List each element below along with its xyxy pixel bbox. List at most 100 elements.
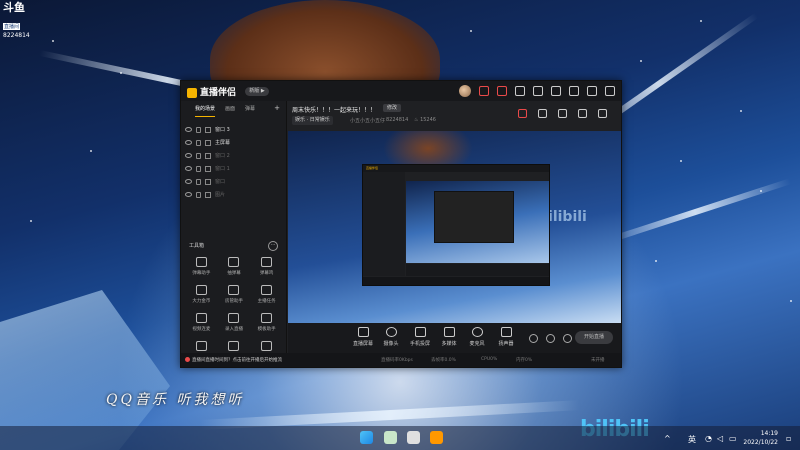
eye-icon[interactable] xyxy=(185,179,192,184)
close-icon[interactable] xyxy=(605,86,615,96)
room-info-bar: 周末快乐！！！一起来玩！！！ 修改 娱乐 · 日常娱乐 小五小五小五仔 8224… xyxy=(288,101,621,131)
scene-item[interactable]: 图片 xyxy=(181,188,286,201)
scene-item[interactable]: 窗口 3 xyxy=(181,123,286,136)
maximize-icon[interactable] xyxy=(587,86,597,96)
volume-icon[interactable]: ◁ xyxy=(717,434,723,443)
eye-icon[interactable] xyxy=(185,153,192,158)
wifi-icon[interactable]: ◔ xyxy=(705,434,712,443)
tool-item[interactable]: 主播任务 xyxy=(250,285,283,307)
scene-label: 窗口 3 xyxy=(215,127,230,133)
lock-icon[interactable] xyxy=(196,178,201,185)
windows-start-icon[interactable] xyxy=(360,431,373,444)
lock-icon[interactable] xyxy=(538,109,547,118)
eye-icon[interactable] xyxy=(546,334,555,343)
scene-item[interactable]: 主屏幕 xyxy=(181,136,286,149)
tool-item[interactable]: 房管助手 xyxy=(218,285,251,307)
tool-item[interactable]: 模板助手 xyxy=(250,313,283,335)
tool-item[interactable]: 弹幕助手 xyxy=(185,257,218,279)
tool-item[interactable]: 抽弹幕 xyxy=(218,257,251,279)
tool-item[interactable]: 弹幕鸡 xyxy=(250,257,283,279)
recursive-controls xyxy=(406,264,549,276)
edit-title-button[interactable]: 修改 xyxy=(383,104,401,112)
scene-label: 图片 xyxy=(215,192,226,198)
title-bar-icons xyxy=(459,85,615,97)
play-icon xyxy=(443,327,455,337)
eye-icon[interactable] xyxy=(185,192,192,197)
chevron-up-icon[interactable]: ^ xyxy=(664,434,671,443)
lottery-icon xyxy=(228,257,240,267)
room-title: 周末快乐！！！一起来玩！！！ xyxy=(292,107,377,114)
camera-button[interactable]: 摄像头 xyxy=(376,327,406,347)
lock-icon[interactable] xyxy=(196,165,201,172)
bell-icon[interactable] xyxy=(578,109,587,118)
scene-tabs: 我的场景 画面 弹幕 xyxy=(181,101,286,117)
live-companion-taskbar-icon[interactable] xyxy=(430,431,443,444)
avatar[interactable] xyxy=(459,85,471,97)
eye-icon[interactable] xyxy=(185,166,192,171)
speaker-button[interactable]: 扬声器 xyxy=(491,327,521,347)
lock-icon[interactable] xyxy=(196,139,201,146)
notice-text: 直播间直播时间到？点击前往开播后开始推流 xyxy=(192,358,282,363)
control-label: 手机投屏 xyxy=(409,341,430,347)
lock-icon[interactable] xyxy=(196,152,201,159)
eye-icon[interactable] xyxy=(185,140,192,145)
more-icon[interactable]: ··· xyxy=(268,241,278,251)
tab-scenes[interactable]: 我的场景 xyxy=(195,105,216,117)
start-live-button[interactable]: 开始直播 xyxy=(575,331,613,344)
tool-item[interactable]: 录入直播 xyxy=(218,313,251,335)
version-button[interactable]: 新版 ▶ xyxy=(245,87,269,96)
tool-label: 弹幕助手 xyxy=(192,271,211,276)
scene-label: 窗口 1 xyxy=(215,166,230,172)
menu-icon[interactable] xyxy=(551,86,561,96)
eye-icon[interactable] xyxy=(185,127,192,132)
category-tag[interactable]: 娱乐 · 日常娱乐 xyxy=(292,116,333,125)
gift-icon[interactable] xyxy=(497,86,507,96)
task-icon xyxy=(261,285,273,295)
battery-icon[interactable]: ▭ xyxy=(729,434,737,443)
system-clock[interactable]: 14:19 2022/10/22 xyxy=(743,429,778,447)
admin-icon xyxy=(228,285,240,295)
tab-canvas[interactable]: 画面 xyxy=(225,105,235,117)
source-controls: 直播屏幕 摄像头 手机投屏 多媒体 麦克风 扬声器 开始直播 xyxy=(288,323,621,353)
danmaku-bot-icon xyxy=(261,257,273,267)
screen-capture-button[interactable]: 直播屏幕 xyxy=(348,327,378,347)
cpu-stat: CPU0% xyxy=(481,357,498,362)
lock-icon[interactable] xyxy=(196,191,201,198)
record-icon[interactable] xyxy=(529,334,538,343)
gift-box-icon[interactable] xyxy=(518,109,527,118)
minimize-icon[interactable] xyxy=(569,86,579,96)
control-label: 麦克风 xyxy=(469,341,485,347)
pen-icon[interactable] xyxy=(515,86,525,96)
gear-icon[interactable] xyxy=(563,334,572,343)
screen-icon[interactable] xyxy=(533,86,543,96)
add-scene-icon[interactable]: + xyxy=(274,104,280,112)
tool-label: 弹幕鸡 xyxy=(259,271,274,276)
scene-label: 主屏幕 xyxy=(215,140,231,146)
ime-indicator[interactable]: 英 xyxy=(688,434,696,445)
status-notice[interactable]: 直播间直播时间到？点击前往开播后开始推流 xyxy=(185,357,282,363)
settings-icon[interactable] xyxy=(598,109,607,118)
scene-label: 窗口 2 xyxy=(215,153,230,159)
tab-danmaku[interactable]: 弹幕 xyxy=(245,105,255,117)
share-icon[interactable] xyxy=(558,109,567,118)
microphone-button[interactable]: 麦克风 xyxy=(462,327,492,347)
stream-preview[interactable]: bilibili 直播伴侣 xyxy=(288,131,621,323)
wechat-icon[interactable] xyxy=(384,431,397,444)
media-button[interactable]: 多媒体 xyxy=(434,327,464,347)
window-icon xyxy=(205,165,211,172)
tool-item[interactable]: 视频连麦 xyxy=(185,313,218,335)
image-icon xyxy=(205,191,211,198)
tool-item[interactable]: 大力金币 xyxy=(185,285,218,307)
scene-item[interactable]: 窗口 xyxy=(181,175,286,188)
scene-item[interactable]: 窗口 1 xyxy=(181,162,286,175)
lock-icon[interactable] xyxy=(196,126,201,133)
notification-icon[interactable]: ▫ xyxy=(786,434,791,443)
panda-app-icon[interactable] xyxy=(407,431,420,444)
control-label: 多媒体 xyxy=(441,341,457,347)
speaker-icon xyxy=(500,327,512,337)
message-icon[interactable] xyxy=(479,86,489,96)
scene-item[interactable]: 窗口 2 xyxy=(181,149,286,162)
phone-cast-button[interactable]: 手机投屏 xyxy=(405,327,435,347)
scene-panel: 我的场景 画面 弹幕 + 窗口 3 主屏幕 窗口 2 窗口 1 窗口 图片 工具… xyxy=(181,101,287,360)
clock-date: 2022/10/22 xyxy=(743,439,778,446)
